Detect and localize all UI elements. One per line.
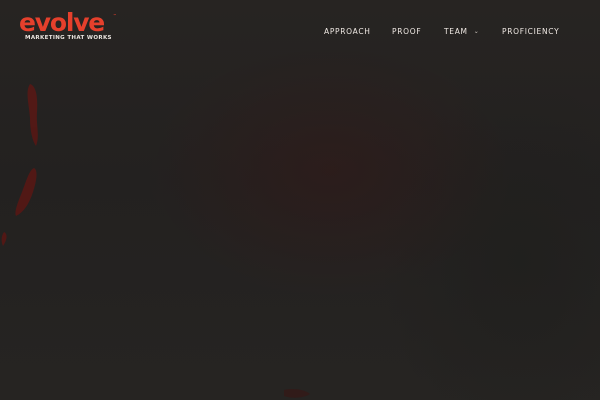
page: evolve ™ MARKETING THAT WORKS APPROACH P… (0, 0, 600, 400)
nav-item-proficiency[interactable]: PROFICIENCY (502, 24, 559, 40)
main-navigation: APPROACH PROOF TEAM ⌄ PROFICIENCY (0, 24, 600, 40)
chevron-down-icon: ⌄ (473, 28, 480, 35)
red-brush-stroke-bottom (284, 389, 310, 398)
nav-item-proof[interactable]: PROOF (392, 24, 421, 40)
nav-item-team[interactable]: TEAM ⌄ (444, 24, 479, 40)
nav-item-approach[interactable]: APPROACH (324, 24, 371, 40)
red-brush-stroke-upper (27, 84, 38, 146)
site-header: evolve ™ MARKETING THAT WORKS APPROACH P… (0, 0, 600, 60)
nav-item-team-label: TEAM (444, 27, 468, 36)
red-brush-stroke-small (1, 232, 7, 246)
trademark-symbol: ™ (113, 13, 117, 18)
hero-background-image (1, 84, 310, 398)
red-brush-stroke-lower (15, 168, 37, 216)
